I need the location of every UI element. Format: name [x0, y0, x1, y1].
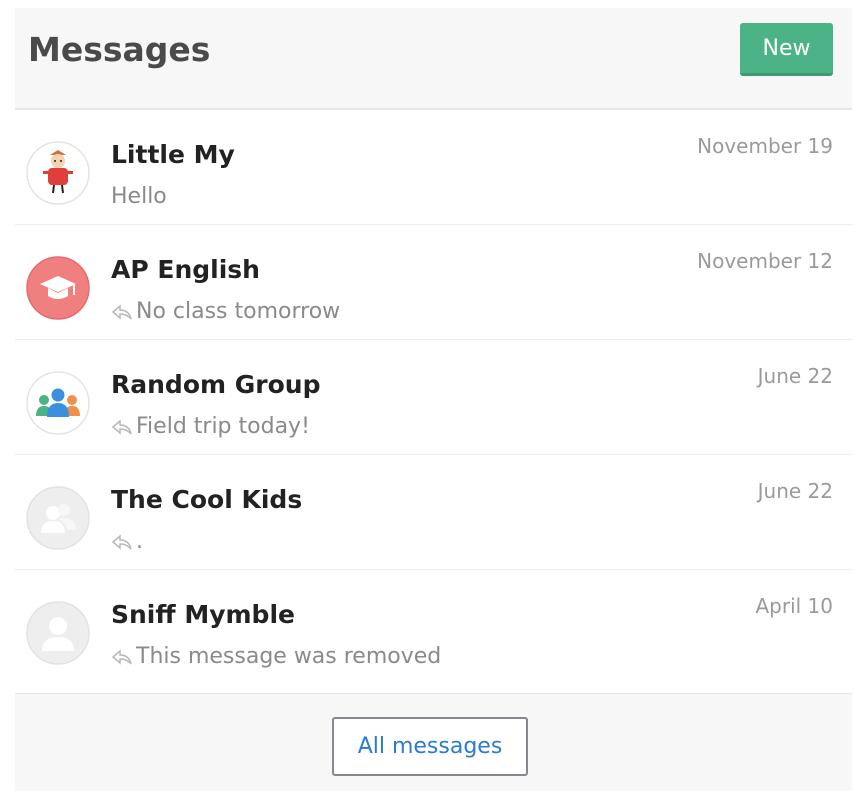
conversation-row[interactable]: Random Group Field trip today! June 22 — [15, 340, 852, 455]
conversation-preview: Field trip today! — [111, 414, 310, 439]
preview-text: This message was removed — [136, 644, 442, 669]
conversation-preview: . — [111, 529, 143, 554]
conversation-date: April 10 — [755, 594, 833, 618]
conversation-name: The Cool Kids — [111, 485, 303, 514]
group-placeholder-icon — [26, 486, 90, 550]
preview-text: Field trip today! — [136, 414, 310, 439]
conversation-name: Sniff Mymble — [111, 600, 295, 629]
user-placeholder-icon — [26, 601, 90, 665]
conversation-name: Little My — [111, 140, 235, 169]
conversation-row[interactable]: The Cool Kids . June 22 — [15, 455, 852, 570]
graduation-cap-icon — [26, 256, 90, 320]
conversation-date: June 22 — [757, 479, 833, 503]
conversation-preview: This message was removed — [111, 644, 441, 669]
preview-text: No class tomorrow — [136, 299, 341, 324]
reply-icon — [111, 303, 132, 320]
conversation-name: Random Group — [111, 370, 321, 399]
messages-footer: All messages — [15, 693, 852, 791]
conversation-row[interactable]: Little My Hello November 19 — [15, 110, 852, 225]
messages-header: Messages New — [15, 8, 852, 110]
reply-icon — [111, 648, 132, 665]
conversation-date: June 22 — [757, 364, 833, 388]
new-message-button[interactable]: New — [740, 23, 833, 76]
conversation-date: November 19 — [697, 134, 833, 158]
conversation-row[interactable]: AP English No class tomorrow November 12 — [15, 225, 852, 340]
page-title: Messages — [28, 30, 211, 69]
conversation-list: Little My Hello November 19 AP English N… — [15, 110, 852, 684]
conversation-preview: Hello — [111, 184, 167, 209]
all-messages-button[interactable]: All messages — [332, 717, 528, 776]
messages-panel: Messages New Little My Hello November 19… — [15, 8, 852, 791]
reply-icon — [111, 533, 132, 550]
reply-icon — [111, 418, 132, 435]
preview-text: . — [136, 529, 143, 554]
conversation-date: November 12 — [697, 249, 833, 273]
little-my-avatar — [26, 141, 90, 205]
preview-text: Hello — [111, 184, 167, 209]
conversation-row[interactable]: Sniff Mymble This message was removed Ap… — [15, 570, 852, 684]
conversation-name: AP English — [111, 255, 260, 284]
group-people-icon — [26, 371, 90, 435]
conversation-preview: No class tomorrow — [111, 299, 340, 324]
